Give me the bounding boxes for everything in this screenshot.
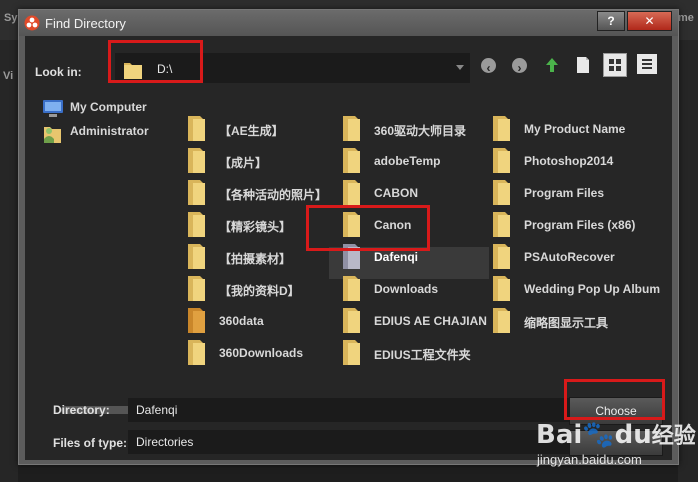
sidebar-item-label: Administrator <box>70 124 149 138</box>
folder-icon <box>188 116 205 141</box>
computer-icon <box>43 100 63 117</box>
folder-name: Program Files (x86) <box>524 218 636 232</box>
dialog-title: Find Directory <box>45 16 126 31</box>
folder-name: Dafenqi <box>374 250 419 264</box>
user-folder-icon <box>44 127 61 143</box>
details-view-icon <box>642 59 652 69</box>
folder-name: Program Files <box>524 186 605 200</box>
folder-icon <box>188 244 205 269</box>
folder-name: Photoshop2014 <box>524 154 614 168</box>
folder-icon <box>493 276 510 301</box>
folder-icon <box>343 148 360 173</box>
help-button[interactable]: ? <box>597 11 625 31</box>
chevron-down-icon[interactable] <box>456 65 464 70</box>
folder-icon <box>493 148 510 173</box>
back-icon[interactable]: ‹ <box>481 58 496 75</box>
folder-name: My Product Name <box>524 122 626 136</box>
folder-icon <box>343 340 360 365</box>
folder-icon <box>493 212 510 237</box>
folder-name: 缩略图显示工具 <box>524 316 609 330</box>
background-left-panel <box>0 40 18 482</box>
sidebar-item-label: My Computer <box>70 100 147 114</box>
folder-name: 【精彩镜头】 <box>219 220 292 234</box>
app-logo-icon <box>24 15 40 31</box>
folder-icon <box>493 244 510 269</box>
folder-name: 360data <box>219 314 264 328</box>
folder-name: 【AE生成】 <box>219 124 284 138</box>
folder-icon <box>343 308 360 333</box>
folder-name: adobeTemp <box>374 154 441 168</box>
watermark-logo: Bai🐾du经验 <box>536 420 696 450</box>
folder-icon <box>493 180 510 205</box>
background-text: Sy <box>4 12 18 24</box>
folder-name: 【各种活动的照片】 <box>219 188 328 202</box>
details-view-button[interactable] <box>637 54 657 74</box>
files-of-type-select[interactable]: Directories <box>128 430 580 454</box>
folder-icon <box>493 116 510 141</box>
grid-view-icon <box>609 59 621 71</box>
folder-icon <box>188 308 205 333</box>
title-bar[interactable]: Find Directory ? ✕ <box>19 10 678 36</box>
folder-icon <box>343 276 360 301</box>
directory-input[interactable]: Dafenqi <box>128 398 580 422</box>
directory-value: Dafenqi <box>136 403 178 417</box>
up-folder-icon[interactable] <box>542 55 562 75</box>
folder-icon <box>188 340 205 365</box>
folder-name: Wedding Pop Up Album <box>524 282 660 296</box>
folder-icon <box>343 180 360 205</box>
folder-name: PSAutoRecover <box>524 250 615 264</box>
background-right-panel <box>678 40 698 482</box>
background-text: me <box>678 12 694 24</box>
list-view-button[interactable] <box>603 53 627 77</box>
highlight-box <box>306 205 430 251</box>
folder-name: EDIUS AE CHAJIAN <box>374 314 487 328</box>
folder-name: 【拍摄素材】 <box>219 252 292 266</box>
files-of-type-label: Files of type: <box>53 436 128 450</box>
folder-name: 360Downloads <box>219 346 304 360</box>
close-button[interactable]: ✕ <box>627 11 672 31</box>
folder-icon <box>188 276 205 301</box>
folder-name: 【成片】 <box>219 156 268 170</box>
folder-name: CABON <box>374 186 418 200</box>
folder-icon <box>343 116 360 141</box>
forward-icon[interactable]: › <box>512 58 527 75</box>
look-in-label: Look in: <box>35 65 82 79</box>
highlight-box <box>108 40 203 83</box>
folder-icon <box>188 148 205 173</box>
files-of-type-value: Directories <box>136 435 194 449</box>
folder-icon <box>188 212 205 237</box>
directory-label: Directory: <box>53 403 110 417</box>
folder-name: EDIUS工程文件夹 <box>374 348 471 362</box>
watermark-url: jingyan.baidu.com <box>537 452 642 467</box>
folder-icon <box>493 308 510 333</box>
new-folder-icon[interactable] <box>573 55 593 75</box>
folder-name: 【我的资料D】 <box>219 284 300 298</box>
highlight-box <box>564 379 665 420</box>
folder-name: 360驱动大师目录 <box>374 124 467 138</box>
folder-name: Downloads <box>374 282 439 296</box>
folder-icon <box>188 180 205 205</box>
background-text: Vi <box>3 70 14 82</box>
